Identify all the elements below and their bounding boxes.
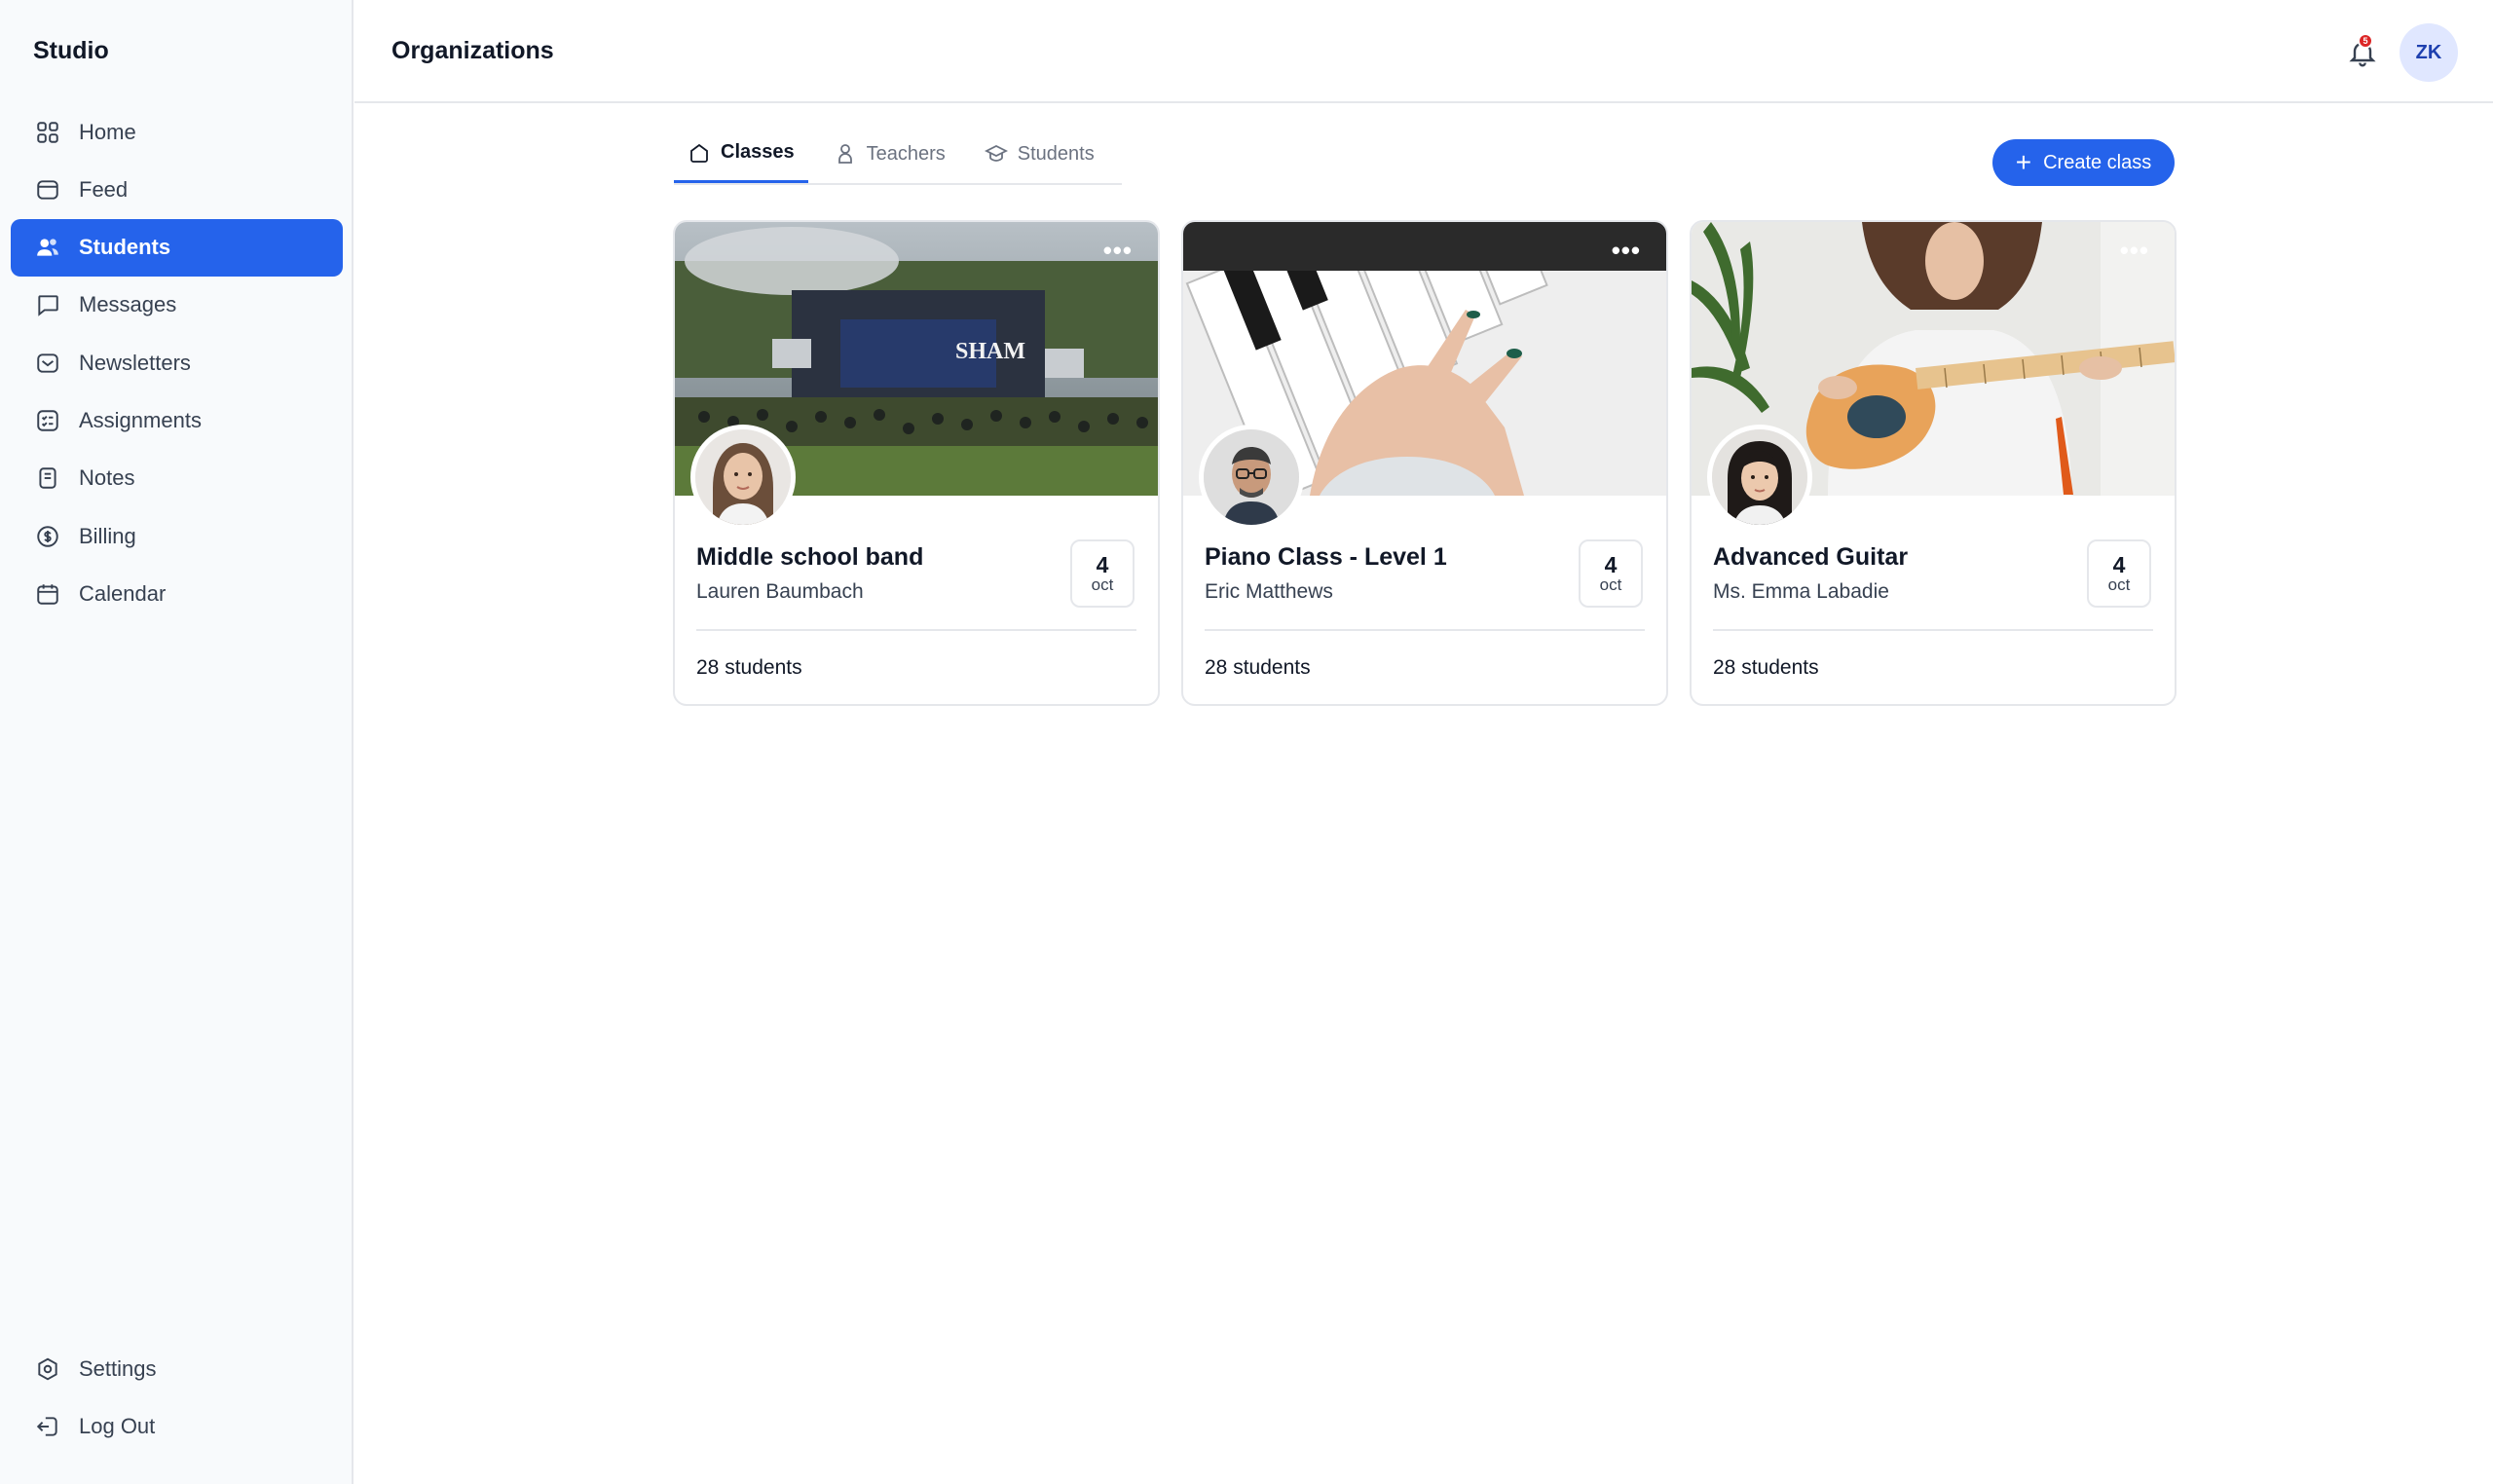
home-icon: [688, 141, 711, 165]
more-options-icon[interactable]: •••: [1612, 238, 1641, 263]
student-count: 28 students: [696, 656, 802, 679]
sidebar-item-label: Settings: [79, 1355, 157, 1381]
mail-icon: [34, 350, 61, 377]
date-day: 4: [2112, 552, 2126, 577]
sidebar-item-label: Messages: [79, 292, 177, 317]
notification-badge: 5: [2358, 33, 2373, 49]
sidebar-item-billing[interactable]: Billing: [11, 507, 343, 565]
teacher-avatar: [690, 425, 796, 530]
sidebar-item-assignments[interactable]: Assignments: [11, 391, 343, 449]
sidebar-item-label: Calendar: [79, 580, 167, 606]
student-count: 28 students: [1713, 656, 1819, 679]
tab-classes[interactable]: Classes: [674, 125, 808, 183]
users-icon: [34, 234, 61, 261]
date-day: 4: [1604, 552, 1618, 577]
sidebar-item-label: Home: [79, 119, 136, 144]
class-card[interactable]: ••• Advanced Guitar Ms. Emma Labadie 4 o…: [1690, 220, 2177, 706]
class-date-badge: 4 oct: [2087, 539, 2151, 608]
sidebar-item-label: Students: [79, 235, 171, 260]
tab-students[interactable]: Students: [971, 125, 1108, 183]
brand-name: Studio: [33, 37, 109, 64]
class-teacher: Ms. Emma Labadie: [1713, 580, 1889, 603]
graduation-cap-icon: [984, 142, 1008, 166]
class-date-badge: 4 oct: [1070, 539, 1135, 608]
class-title: Middle school band: [696, 543, 924, 571]
sidebar-item-label: Assignments: [79, 407, 202, 432]
more-options-icon[interactable]: •••: [1103, 238, 1133, 263]
svg-text:SHAM: SHAM: [955, 339, 1025, 364]
date-month: oct: [2107, 575, 2131, 594]
top-header: Organizations: [354, 0, 2493, 103]
logout-icon: [34, 1413, 61, 1440]
calendar-icon: [34, 580, 61, 608]
create-class-label: Create class: [2043, 151, 2152, 173]
sidebar-item-home[interactable]: Home: [11, 103, 343, 161]
class-card[interactable]: ••• Piano Class - Level 1 Eric Matthews …: [1181, 220, 1668, 706]
person-icon: [834, 142, 857, 166]
class-title: Advanced Guitar: [1713, 543, 1909, 571]
sidebar-item-calendar[interactable]: Calendar: [11, 565, 343, 622]
teacher-avatar: [1707, 425, 1812, 530]
notes-icon: [34, 464, 61, 492]
card-divider: [696, 629, 1136, 631]
tabs: Classes Teachers Students: [674, 125, 1122, 185]
sidebar-nav: Home Feed Students Messages Newsletters: [11, 103, 343, 623]
create-class-button[interactable]: + Create class: [1992, 139, 2175, 186]
settings-icon: [34, 1355, 61, 1383]
sidebar-item-newsletters[interactable]: Newsletters: [11, 334, 343, 391]
tab-label: Students: [1017, 142, 1095, 165]
tab-label: Teachers: [866, 142, 946, 165]
sidebar-item-feed[interactable]: Feed: [11, 161, 343, 218]
card-divider: [1205, 629, 1645, 631]
class-date-badge: 4 oct: [1579, 539, 1643, 608]
more-options-icon[interactable]: •••: [2120, 238, 2149, 263]
sidebar-item-settings[interactable]: Settings: [11, 1340, 343, 1397]
date-month: oct: [1091, 575, 1114, 594]
sidebar-item-messages[interactable]: Messages: [11, 277, 343, 334]
date-day: 4: [1096, 552, 1109, 577]
tab-label: Classes: [721, 141, 795, 163]
sidebar-item-notes[interactable]: Notes: [11, 450, 343, 507]
class-title: Piano Class - Level 1: [1205, 543, 1447, 571]
teacher-avatar: [1199, 425, 1304, 530]
page-title: Organizations: [391, 37, 554, 64]
sidebar-item-logout[interactable]: Log Out: [11, 1397, 343, 1455]
sidebar: Studio Home Feed Students Messages Newsl…: [0, 0, 353, 1484]
tab-teachers[interactable]: Teachers: [820, 125, 959, 183]
sidebar-item-label: Notes: [79, 465, 135, 491]
user-avatar[interactable]: ZK: [2400, 23, 2458, 82]
checklist-icon: [34, 407, 61, 434]
grid-icon: [34, 119, 61, 146]
chat-icon: [34, 291, 61, 318]
class-teacher: Eric Matthews: [1205, 580, 1333, 603]
class-card[interactable]: SHAM ••• Middle school band Lauren Baumb…: [673, 220, 1160, 706]
sidebar-item-students[interactable]: Students: [11, 218, 343, 277]
student-count: 28 students: [1205, 656, 1311, 679]
class-teacher: Lauren Baumbach: [696, 580, 864, 603]
sidebar-item-label: Log Out: [79, 1413, 156, 1438]
feed-icon: [34, 176, 61, 204]
billing-icon: [34, 523, 61, 550]
plus-icon: +: [2015, 147, 2032, 177]
card-divider: [1713, 629, 2153, 631]
sidebar-bottom-nav: Settings Log Out: [11, 1340, 343, 1456]
sidebar-item-label: Newsletters: [79, 350, 191, 375]
sidebar-item-label: Billing: [79, 523, 136, 548]
date-month: oct: [1599, 575, 1622, 594]
sidebar-item-label: Feed: [79, 176, 129, 202]
